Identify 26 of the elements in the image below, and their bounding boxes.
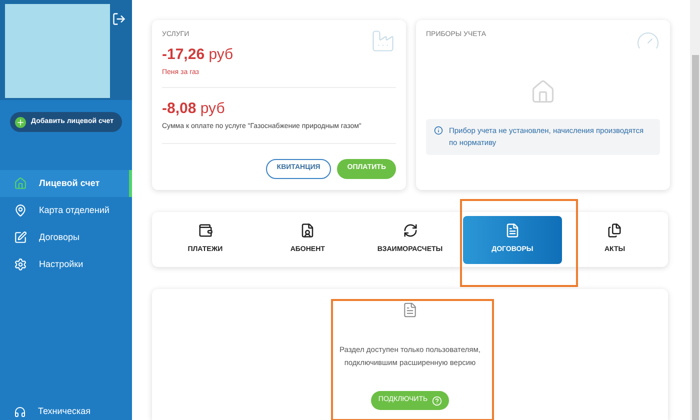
- scrollbar[interactable]: [690, 0, 700, 420]
- charge-amount: -8,08 руб: [162, 98, 226, 118]
- support-label[interactable]: Техническая: [38, 404, 91, 418]
- factory-icon: [370, 28, 396, 54]
- headset-icon: [14, 406, 26, 418]
- info-icon: [434, 126, 443, 134]
- nav-item[interactable]: Карта отделений: [0, 197, 132, 224]
- scroll-thumb[interactable]: [692, 55, 698, 420]
- charge-amount: -17,26 руб: [162, 44, 234, 64]
- nav-item[interactable]: Договоры: [0, 224, 132, 251]
- help-icon: [432, 396, 442, 406]
- logout-icon[interactable]: [112, 12, 126, 26]
- edit-icon: [14, 231, 27, 244]
- document-icon: [504, 223, 520, 238]
- home-icon: [530, 78, 556, 104]
- home-icon: [14, 177, 27, 190]
- plus-icon: [15, 116, 26, 128]
- documents-icon: [607, 223, 622, 238]
- sync-icon: [402, 223, 418, 238]
- user-document-icon: [300, 223, 316, 238]
- nav-item[interactable]: Лицевой счет: [0, 170, 132, 197]
- document-icon: [402, 301, 418, 319]
- nav-item[interactable]: Настройки: [0, 251, 132, 278]
- wallet-icon: [198, 223, 213, 238]
- gear-icon: [14, 258, 27, 271]
- pin-icon: [14, 204, 27, 217]
